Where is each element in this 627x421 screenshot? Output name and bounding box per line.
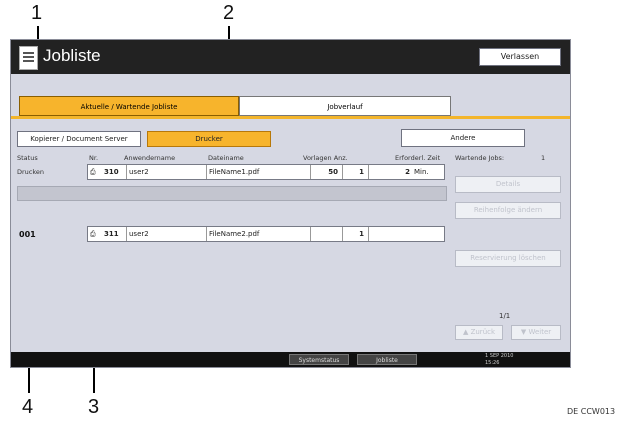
triangle-down-icon: ▼ xyxy=(520,328,527,336)
job-1-file: FileName1.pdf xyxy=(206,165,310,179)
job-1-user: user2 xyxy=(126,165,206,179)
copier-document-server-button[interactable]: Kopierer / Document Server xyxy=(17,131,141,147)
job-2-time xyxy=(368,227,444,241)
column-required-time: Erforderl. Zeit xyxy=(395,154,441,162)
waiting-jobs-label: Wartende Jobs: xyxy=(455,154,505,162)
job-1-pages: 50 xyxy=(310,165,342,179)
printer-icon: ⎙ xyxy=(90,230,96,238)
job-2-file: FileName2.pdf xyxy=(206,227,310,241)
waiting-jobs-count: 1 xyxy=(541,154,546,162)
empty-row-bar xyxy=(17,186,447,201)
job-list-panel: Jobliste Verlassen Aktuelle / Wartende J… xyxy=(10,39,571,368)
printer-icon: ⎙ xyxy=(90,168,96,176)
callout-3: 3 xyxy=(88,396,100,418)
change-order-button[interactable]: Reihenfolge ändern xyxy=(455,202,561,219)
delete-reservation-button[interactable]: Reservierung löschen xyxy=(455,250,561,267)
system-status-button[interactable]: Systemstatus xyxy=(289,354,349,365)
table-row[interactable]: ⎙ 311 user2 FileName2.pdf 1 xyxy=(87,226,445,242)
next-label: Weiter xyxy=(528,328,552,336)
job-list-button[interactable]: Jobliste xyxy=(357,354,417,365)
job-1-sets: 1 xyxy=(342,165,368,179)
exit-button[interactable]: Verlassen xyxy=(479,48,561,66)
status-date: 1 SEP 2010 xyxy=(485,353,514,359)
column-originals: Vorlagen Anz. xyxy=(303,154,348,162)
job-2-sets: 1 xyxy=(342,227,368,241)
column-file-name: Dateiname xyxy=(208,154,244,162)
job-2-pages xyxy=(310,227,342,241)
job-2-user: user2 xyxy=(126,227,206,241)
figure-code: DE CCW013 xyxy=(567,407,616,416)
column-number: Nr. xyxy=(89,154,99,162)
callout-2: 2 xyxy=(223,2,235,24)
column-user-name: Anwendername xyxy=(124,154,176,162)
previous-label: Zurück xyxy=(470,328,496,336)
tab-job-history[interactable]: Jobverlauf xyxy=(239,96,451,116)
callout-1: 1 xyxy=(31,2,43,24)
job-1-number: 310 xyxy=(104,168,119,176)
column-status: Status xyxy=(17,154,38,162)
job-2-number: 311 xyxy=(104,230,119,238)
window-title: Jobliste xyxy=(43,46,101,65)
status-time: 15:26 xyxy=(485,360,500,366)
job-2-status: 001 xyxy=(19,230,36,239)
triangle-up-icon: ▲ xyxy=(462,328,469,336)
page-indicator: 1/1 xyxy=(499,312,511,320)
title-bar: Jobliste Verlassen xyxy=(11,40,570,74)
job-1-time: 2 xyxy=(368,165,412,179)
job-1-time-unit: Min. xyxy=(414,168,429,176)
previous-button[interactable]: ▲ Zurück xyxy=(455,325,503,340)
document-icon xyxy=(19,46,38,70)
other-button[interactable]: Andere xyxy=(401,129,525,147)
details-button[interactable]: Details xyxy=(455,176,561,193)
printer-button[interactable]: Drucker xyxy=(147,131,271,147)
callout-4: 4 xyxy=(22,396,34,418)
status-bar: Systemstatus Jobliste 1 SEP 2010 15:26 xyxy=(11,352,570,367)
next-button[interactable]: ▼ Weiter xyxy=(511,325,561,340)
tab-current-jobs[interactable]: Aktuelle / Wartende Jobliste xyxy=(19,96,239,116)
job-1-status: Drucken xyxy=(17,168,45,176)
table-row[interactable]: ⎙ 310 user2 FileName1.pdf 50 1 2 Min. xyxy=(87,164,445,180)
